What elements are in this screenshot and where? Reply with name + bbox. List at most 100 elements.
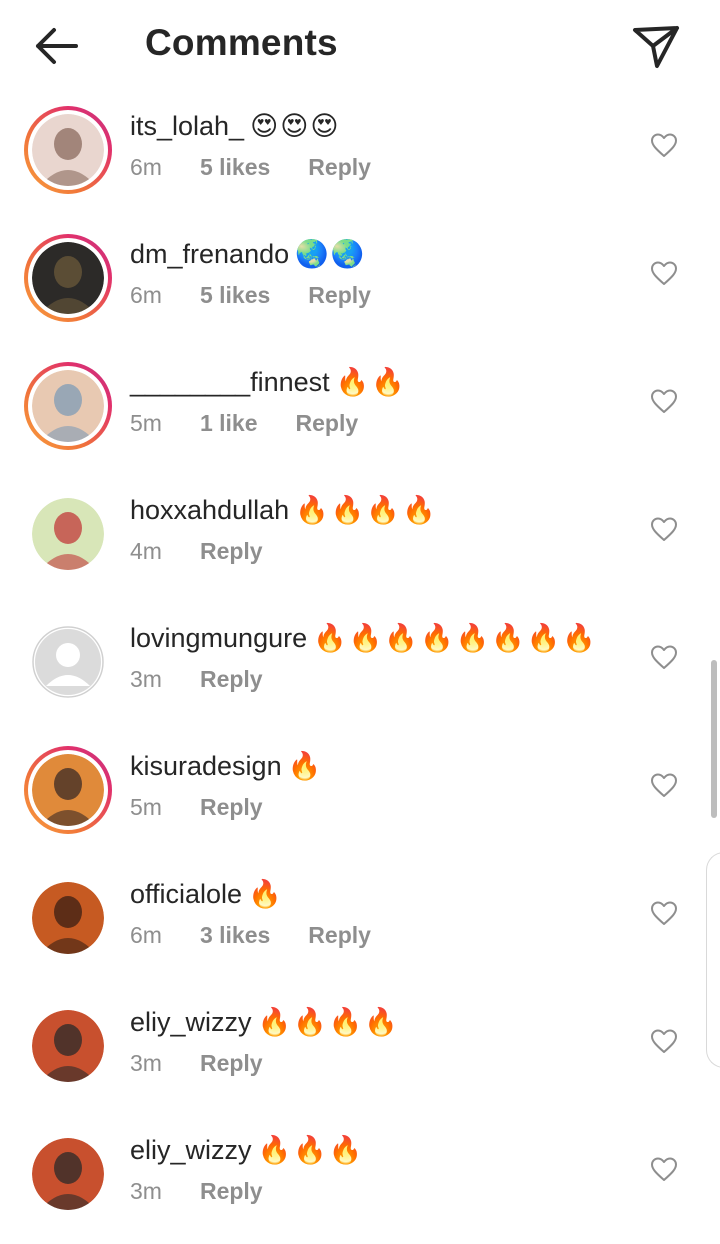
comment-text: 🌏🌏 xyxy=(295,239,367,269)
avatar-story-ring[interactable] xyxy=(24,362,112,450)
comment-body: dm_frenando 🌏🌏 6m 5 likes Reply xyxy=(130,234,630,312)
avatar-container[interactable] xyxy=(24,1130,112,1218)
like-button[interactable] xyxy=(650,516,678,542)
heart-outline-icon xyxy=(651,901,677,925)
comment-text: 🔥 xyxy=(287,751,324,781)
comment-row: its_lolah_ 😍😍😍 6m 5 likes Reply xyxy=(0,92,720,220)
heart-outline-icon xyxy=(651,1157,677,1181)
like-button[interactable] xyxy=(650,1028,678,1054)
comment-text: 🔥 xyxy=(248,879,284,909)
comment-list: its_lolah_ 😍😍😍 6m 5 likes Reply dm_frenando 🌏🌏… xyxy=(0,92,720,1244)
comment-username[interactable]: kisuradesign xyxy=(130,751,282,781)
comment-time: 4m xyxy=(130,538,162,564)
avatar[interactable] xyxy=(32,754,104,826)
comment-row: hoxxahdullah 🔥🔥🔥🔥 4m Reply xyxy=(0,476,720,604)
like-button[interactable] xyxy=(650,644,678,670)
likes-count[interactable]: 5 likes xyxy=(200,278,270,312)
avatar-story-ring[interactable] xyxy=(24,106,112,194)
comment-text: 🔥🔥🔥 xyxy=(257,1135,365,1165)
comment-body: its_lolah_ 😍😍😍 6m 5 likes Reply xyxy=(130,106,630,184)
avatar[interactable] xyxy=(32,626,104,698)
reply-button[interactable]: Reply xyxy=(308,278,371,312)
comment-username[interactable]: hoxxahdullah xyxy=(130,495,289,525)
comment-meta: 3m Reply xyxy=(130,662,630,696)
comment-username[interactable]: ________finnest xyxy=(130,367,330,397)
comment-row: dm_frenando 🌏🌏 6m 5 likes Reply xyxy=(0,220,720,348)
comment-username[interactable]: its_lolah_ xyxy=(130,111,244,141)
likes-count[interactable]: 1 like xyxy=(200,406,258,440)
avatar-story-ring[interactable] xyxy=(24,746,112,834)
comment-time: 3m xyxy=(130,666,162,692)
reply-button[interactable]: Reply xyxy=(308,150,371,184)
reply-button[interactable]: Reply xyxy=(200,1046,263,1080)
avatar[interactable] xyxy=(32,498,104,570)
header: Comments xyxy=(0,0,720,92)
avatar[interactable] xyxy=(32,1010,104,1082)
edge-panel-handle[interactable] xyxy=(706,852,720,1068)
likes-count[interactable]: 5 likes xyxy=(200,150,270,184)
reply-button[interactable]: Reply xyxy=(200,1174,263,1208)
like-button[interactable] xyxy=(650,772,678,798)
comment-username[interactable]: eliy_wizzy xyxy=(130,1135,252,1165)
like-button[interactable] xyxy=(650,1156,678,1182)
reply-button[interactable]: Reply xyxy=(200,790,263,824)
avatar-story-ring[interactable] xyxy=(24,234,112,322)
comment-text: 🔥🔥🔥🔥 xyxy=(257,1007,401,1037)
comment-username[interactable]: officialole xyxy=(130,879,242,909)
back-button[interactable] xyxy=(30,24,82,68)
heart-outline-icon xyxy=(651,261,677,285)
reply-button[interactable]: Reply xyxy=(296,406,359,440)
like-button[interactable] xyxy=(650,132,678,158)
comment-meta: 6m 3 likes Reply xyxy=(130,918,630,952)
avatar-container[interactable] xyxy=(24,874,112,962)
avatar[interactable] xyxy=(32,242,104,314)
avatar-container[interactable] xyxy=(24,618,112,706)
comment-body: eliy_wizzy 🔥🔥🔥 3m Reply xyxy=(130,1130,630,1208)
avatar[interactable] xyxy=(32,114,104,186)
comment-meta: 3m Reply xyxy=(130,1046,630,1080)
paper-plane-icon xyxy=(633,26,679,68)
comment-body: kisuradesign 🔥 5m Reply xyxy=(130,746,630,824)
comment-row: officialole 🔥 6m 3 likes Reply xyxy=(0,860,720,988)
scrollbar[interactable] xyxy=(711,660,717,818)
avatar-container[interactable] xyxy=(24,490,112,578)
comment-meta: 6m 5 likes Reply xyxy=(130,278,630,312)
avatar-container[interactable] xyxy=(24,1002,112,1090)
comment-meta: 6m 5 likes Reply xyxy=(130,150,630,184)
comment-meta: 4m Reply xyxy=(130,534,630,568)
comment-username[interactable]: dm_frenando xyxy=(130,239,289,269)
likes-count[interactable]: 3 likes xyxy=(200,918,270,952)
heart-outline-icon xyxy=(651,517,677,541)
comment-body: ________finnest 🔥🔥 5m 1 like Reply xyxy=(130,362,630,440)
comment-body: eliy_wizzy 🔥🔥🔥🔥 3m Reply xyxy=(130,1002,630,1080)
comment-username[interactable]: lovingmungure xyxy=(130,623,307,653)
comment-time: 5m xyxy=(130,794,162,820)
comment-row: lovingmungure 🔥🔥🔥🔥🔥🔥🔥🔥 3m Reply xyxy=(0,604,720,732)
comment-username[interactable]: eliy_wizzy xyxy=(130,1007,252,1037)
comment-row: eliy_wizzy 🔥🔥🔥🔥 3m Reply xyxy=(0,988,720,1116)
comment-time: 6m xyxy=(130,922,162,948)
comment-text: 🔥🔥🔥🔥🔥🔥🔥🔥 xyxy=(313,623,599,653)
comment-text: 😍😍😍 xyxy=(250,111,341,141)
like-button[interactable] xyxy=(650,388,678,414)
share-button[interactable] xyxy=(630,22,682,70)
comment-row: ________finnest 🔥🔥 5m 1 like Reply xyxy=(0,348,720,476)
comment-body: lovingmungure 🔥🔥🔥🔥🔥🔥🔥🔥 3m Reply xyxy=(130,618,630,696)
reply-button[interactable]: Reply xyxy=(308,918,371,952)
comment-time: 6m xyxy=(130,154,162,180)
avatar[interactable] xyxy=(32,882,104,954)
like-button[interactable] xyxy=(650,900,678,926)
avatar[interactable] xyxy=(32,1138,104,1210)
heart-outline-icon xyxy=(651,645,677,669)
comment-time: 3m xyxy=(130,1050,162,1076)
comment-body: officialole 🔥 6m 3 likes Reply xyxy=(130,874,630,952)
comment-meta: 3m Reply xyxy=(130,1174,630,1208)
heart-outline-icon xyxy=(651,133,677,157)
page-title: Comments xyxy=(145,22,338,63)
avatar[interactable] xyxy=(32,370,104,442)
reply-button[interactable]: Reply xyxy=(200,662,263,696)
comment-meta: 5m Reply xyxy=(130,790,630,824)
comment-text: 🔥🔥🔥🔥 xyxy=(295,495,438,525)
like-button[interactable] xyxy=(650,260,678,286)
reply-button[interactable]: Reply xyxy=(200,534,263,568)
